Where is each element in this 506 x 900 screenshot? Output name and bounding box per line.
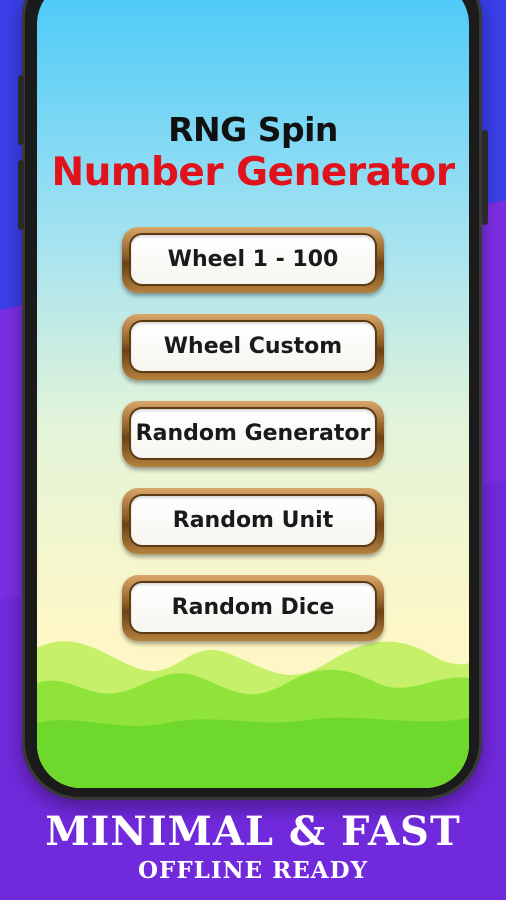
button-label: Wheel Custom <box>131 322 375 371</box>
wheel-custom-button[interactable]: Wheel Custom <box>122 314 384 380</box>
app-subtitle: Number Generator <box>51 150 455 195</box>
wheel-1-100-button[interactable]: Wheel 1 - 100 <box>122 227 384 293</box>
button-label: Random Unit <box>131 496 375 545</box>
promo-headline: MINIMAL & FAST <box>45 808 461 855</box>
button-label: Random Dice <box>131 583 375 632</box>
button-label: Random Generator <box>131 409 375 458</box>
button-label: Wheel 1 - 100 <box>131 235 375 284</box>
app-title: RNG Spin <box>168 110 338 149</box>
promo-tagline: OFFLINE READY <box>137 857 369 884</box>
hills-decoration <box>37 641 469 788</box>
random-unit-button[interactable]: Random Unit <box>122 488 384 554</box>
random-generator-button[interactable]: Random Generator <box>122 401 384 467</box>
random-dice-button[interactable]: Random Dice <box>122 575 384 641</box>
